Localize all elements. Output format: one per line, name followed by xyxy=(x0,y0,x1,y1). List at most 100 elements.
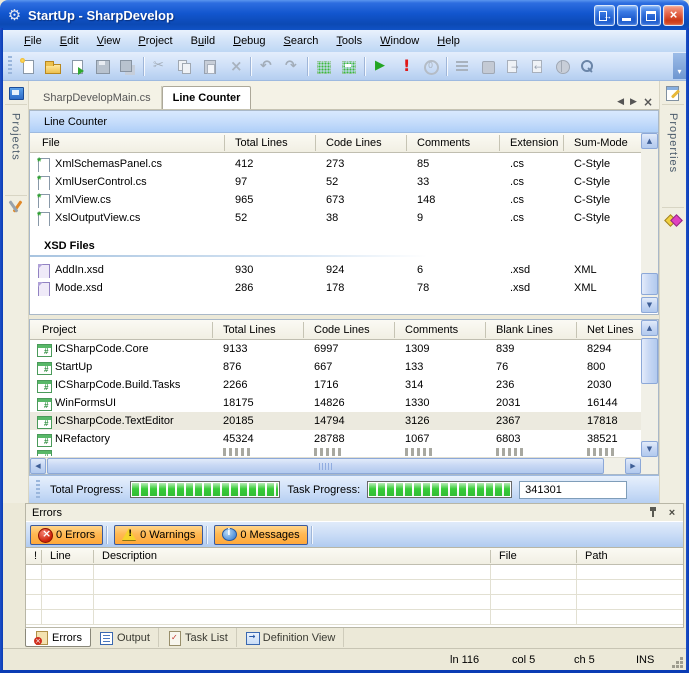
comment-region[interactable] xyxy=(311,54,336,78)
uncomment-region[interactable] xyxy=(336,54,361,78)
tab-scroll-right-button[interactable]: ▶ xyxy=(630,97,637,107)
column-header-comments[interactable]: Comments xyxy=(407,135,500,151)
menu-item[interactable]: Tools xyxy=(327,32,371,50)
document-tab[interactable]: SharpDevelopMain.cs xyxy=(33,86,162,109)
scroll-thumb[interactable] xyxy=(641,273,658,295)
column-header-blank-lines[interactable]: Blank Lines xyxy=(486,322,577,338)
scroll-up-button[interactable]: ▲ xyxy=(641,320,658,336)
scroll-left-button[interactable]: ◀ xyxy=(30,458,46,474)
tab-close-button[interactable]: × xyxy=(643,95,653,109)
delete[interactable] xyxy=(222,54,247,78)
copy[interactable] xyxy=(172,54,197,78)
new-file[interactable] xyxy=(15,54,40,78)
filter-toggle-button[interactable]: 0 Messages xyxy=(214,525,307,545)
redo[interactable] xyxy=(279,54,304,78)
toolbar-overflow-button[interactable]: ▾ xyxy=(673,53,686,79)
project-row[interactable]: ICSharpCode.TextEditor 20185 14794 3126 … xyxy=(30,412,641,430)
find[interactable] xyxy=(575,54,600,78)
toolbox-pad-tab[interactable] xyxy=(662,207,684,231)
scroll-track[interactable] xyxy=(641,149,658,297)
document-tab[interactable]: Line Counter xyxy=(162,86,252,109)
column-header-file[interactable]: File xyxy=(30,135,225,151)
scroll-track[interactable] xyxy=(46,458,625,474)
progress-strip-grip[interactable] xyxy=(36,480,40,500)
project-row[interactable]: ICSharpCode.Build.Tasks 2266 1716 314 23… xyxy=(30,376,641,394)
next-bookmark[interactable] xyxy=(500,54,525,78)
column-header-path[interactable]: Path xyxy=(577,550,683,563)
scroll-thumb[interactable] xyxy=(47,458,604,474)
scroll-thumb[interactable] xyxy=(641,338,658,384)
paste[interactable] xyxy=(197,54,222,78)
tools-pad-tab[interactable] xyxy=(5,195,27,219)
toolbar-grip[interactable] xyxy=(8,56,12,76)
projects-pad-tab[interactable] xyxy=(5,81,27,105)
tab-scroll-left-button[interactable]: ◀ xyxy=(617,97,624,107)
column-header-total-lines[interactable]: Total Lines xyxy=(225,135,316,151)
separator[interactable] xyxy=(247,54,254,78)
project-row[interactable]: NRefactory 45324 28788 1067 6803 38521 xyxy=(30,430,641,448)
toggle-breakpoint[interactable] xyxy=(393,54,418,78)
format-buffer[interactable] xyxy=(450,54,475,78)
menu-item[interactable]: Project xyxy=(129,32,181,50)
projects-horizontal-scrollbar[interactable]: ◀ ▶ xyxy=(30,457,641,474)
menu-item[interactable]: Search xyxy=(275,32,328,50)
column-header-project[interactable]: Project xyxy=(30,322,213,338)
pad-tab[interactable]: Definition View xyxy=(237,628,345,647)
resize-grip[interactable] xyxy=(670,655,684,669)
minimize-button[interactable] xyxy=(617,5,638,26)
file-row[interactable]: XslOutputView.cs 52 38 9 .cs C-Style xyxy=(30,209,641,227)
separator[interactable] xyxy=(140,54,147,78)
column-header-severity[interactable]: ! xyxy=(26,550,42,563)
scroll-down-button[interactable]: ▼ xyxy=(641,297,658,313)
errors-panel-close-button[interactable]: × xyxy=(665,507,679,519)
scroll-up-button[interactable]: ▲ xyxy=(641,133,658,149)
filter-toggle-button[interactable]: 0 Errors xyxy=(30,525,103,545)
column-header-code-lines[interactable]: Code Lines xyxy=(304,322,395,338)
toggle-fold[interactable] xyxy=(475,54,500,78)
project-row[interactable]: ICSharpCode.Core 9133 6997 1309 839 8294 xyxy=(30,340,641,358)
column-header-total-lines[interactable]: Total Lines xyxy=(213,322,304,338)
profile[interactable] xyxy=(418,54,443,78)
properties-pad-label[interactable]: Properties xyxy=(667,113,679,173)
menu-item[interactable]: Window xyxy=(371,32,428,50)
file-row[interactable]: XmlUserControl.cs 97 52 33 .cs C-Style xyxy=(30,173,641,191)
column-header-description[interactable]: Description xyxy=(94,550,491,563)
menu-item[interactable]: Edit xyxy=(51,32,88,50)
column-header-line[interactable]: Line xyxy=(42,550,94,563)
file-row[interactable]: XmlView.cs 965 673 148 .cs C-Style xyxy=(30,191,641,209)
scroll-right-button[interactable]: ▶ xyxy=(625,458,641,474)
column-header-comments[interactable]: Comments xyxy=(395,322,486,338)
separator[interactable] xyxy=(443,54,450,78)
menu-item[interactable]: Debug xyxy=(224,32,274,50)
column-header-net-lines[interactable]: Net Lines xyxy=(577,322,641,338)
files-vertical-scrollbar[interactable]: ▲ ▼ xyxy=(641,133,658,313)
float-window-button[interactable] xyxy=(594,5,615,26)
close-button[interactable]: × xyxy=(663,5,684,26)
web-browser[interactable] xyxy=(550,54,575,78)
filter-toggle-button[interactable]: 0 Warnings xyxy=(114,525,203,545)
file-row[interactable]: AddIn.xsd 930 924 6 .xsd XML xyxy=(30,261,641,279)
scroll-down-button[interactable]: ▼ xyxy=(641,441,658,457)
column-header-code-lines[interactable]: Code Lines xyxy=(316,135,407,151)
open-file[interactable] xyxy=(40,54,65,78)
auto-hide-pin-button[interactable] xyxy=(645,506,661,520)
separator[interactable] xyxy=(304,54,311,78)
separator[interactable] xyxy=(361,54,368,78)
menu-item[interactable]: Help xyxy=(428,32,469,50)
column-header-extension[interactable]: Extension xyxy=(500,135,564,151)
projects-vertical-scrollbar[interactable]: ▲ ▼ xyxy=(641,320,658,457)
undo[interactable] xyxy=(254,54,279,78)
title-bar[interactable]: ⚙ StartUp - SharpDevelop × xyxy=(0,0,689,30)
prev-bookmark[interactable] xyxy=(525,54,550,78)
save-all[interactable] xyxy=(115,54,140,78)
save[interactable] xyxy=(90,54,115,78)
projects-pad-label[interactable]: Projects xyxy=(10,113,22,161)
properties-pad-tab[interactable] xyxy=(662,81,684,105)
project-row[interactable]: StartUp 876 667 133 76 800 xyxy=(30,358,641,376)
file-row[interactable]: XmlSchemasPanel.cs 412 273 85 .cs C-Styl… xyxy=(30,155,641,173)
menu-item[interactable]: Build xyxy=(182,32,224,50)
menu-item[interactable]: View xyxy=(88,32,130,50)
save-as[interactable] xyxy=(65,54,90,78)
project-row[interactable]: WinFormsUI 18175 14826 1330 2031 16144 xyxy=(30,394,641,412)
cut[interactable] xyxy=(147,54,172,78)
